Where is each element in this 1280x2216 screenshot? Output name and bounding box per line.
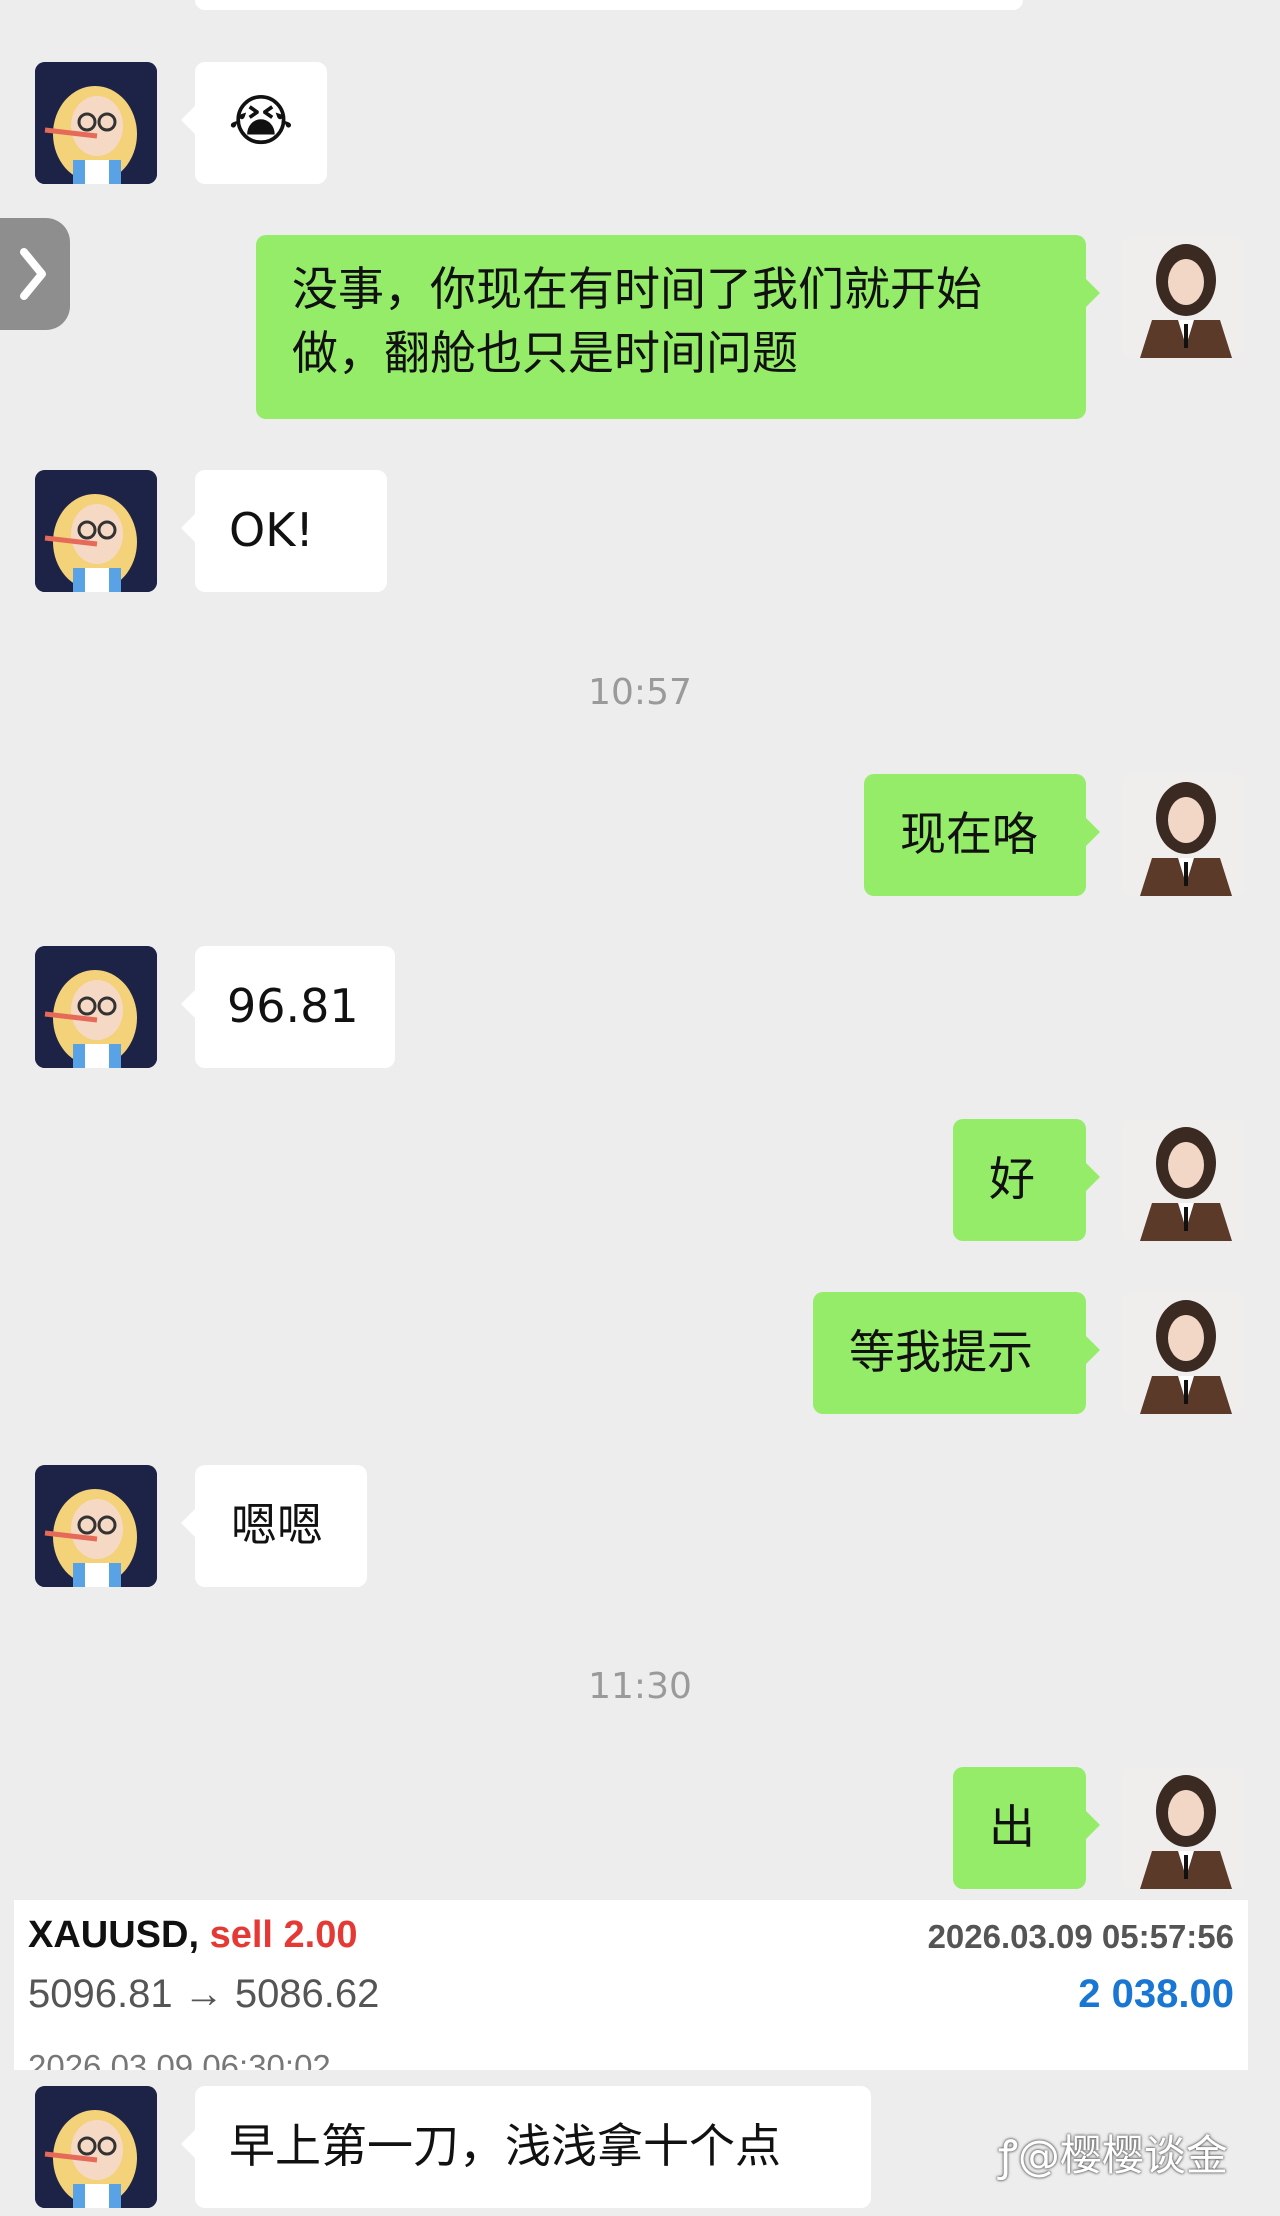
- avatar-cartoon: [35, 2086, 157, 2208]
- message-bubble-outgoing[interactable]: 出: [953, 1767, 1100, 1889]
- avatar-woman: [1122, 1292, 1244, 1414]
- avatar[interactable]: [1122, 236, 1244, 358]
- trade-close-time: 2026.03.09 06:30:02: [28, 2048, 331, 2070]
- avatar-woman: [1122, 1767, 1244, 1889]
- message-bubble-incoming[interactable]: 96.81: [181, 946, 395, 1068]
- timestamp: 10:57: [588, 672, 692, 713]
- message-bubble-incoming[interactable]: 😭: [181, 62, 327, 184]
- message-bubble-outgoing[interactable]: 好: [953, 1119, 1100, 1241]
- avatar[interactable]: [35, 62, 157, 184]
- trade-action: sell 2.00: [209, 1914, 358, 1956]
- watermark-text: @樱樱谈金: [1017, 2131, 1228, 2180]
- avatar[interactable]: [1122, 1119, 1244, 1241]
- avatar-woman: [1122, 1119, 1244, 1241]
- message-text: 早上第一刀，浅浅拿十个点: [229, 2119, 781, 2173]
- message-text: 出: [989, 1800, 1035, 1854]
- message-text-line: 做，翻舱也只是时间问题: [292, 326, 798, 380]
- trade-symbol: XAUUSD,: [28, 1914, 200, 1956]
- avatar-cartoon: [35, 62, 157, 184]
- avatar[interactable]: [1122, 1767, 1244, 1889]
- avatar-cartoon: [35, 1465, 157, 1587]
- watermark: ꝭ@樱樱谈金: [998, 2122, 1228, 2183]
- trade-profit: 2 038.00: [1078, 1972, 1234, 2016]
- message-text: 嗯嗯: [231, 1498, 323, 1552]
- message-bubble-outgoing[interactable]: 没事，你现在有时间了我们就开始 做，翻舱也只是时间问题: [256, 235, 1100, 419]
- message-bubble-incoming[interactable]: OK!: [181, 470, 387, 592]
- timestamp: 11:30: [588, 1666, 692, 1707]
- avatar-woman: [1122, 236, 1244, 358]
- avatar-woman: [1122, 774, 1244, 896]
- avatar[interactable]: [1122, 774, 1244, 896]
- message-text: OK!: [229, 503, 314, 557]
- chevron-right-icon: [20, 248, 46, 300]
- avatar[interactable]: [35, 470, 157, 592]
- avatar[interactable]: [1122, 1292, 1244, 1414]
- message-text: 等我提示: [849, 1325, 1033, 1379]
- trade-open-time: 2026.03.09 05:57:56: [927, 1918, 1234, 1955]
- avatar[interactable]: [35, 2086, 157, 2208]
- trade-record-card: XAUUSD, sell 2.00 2026.03.09 05:57:56 50…: [14, 1900, 1248, 2070]
- avatar[interactable]: [35, 946, 157, 1068]
- trade-prices: 5096.81 → 5086.62: [28, 1972, 380, 2016]
- message-text: 好: [989, 1152, 1035, 1206]
- message-text: 96.81: [227, 979, 359, 1033]
- message-bubble-incoming[interactable]: 早上第一刀，浅浅拿十个点: [181, 2086, 871, 2208]
- partial-bubble: [195, 0, 1023, 10]
- avatar[interactable]: [35, 1465, 157, 1587]
- message-text-line: 没事，你现在有时间了我们就开始: [292, 262, 982, 316]
- crying-emoji: 😭: [228, 89, 294, 154]
- watermark-logo-icon: ꝭ: [998, 2131, 1018, 2180]
- message-bubble-incoming[interactable]: 嗯嗯: [181, 1465, 367, 1587]
- avatar-cartoon: [35, 946, 157, 1068]
- message-text: 现在咯: [900, 807, 1038, 861]
- avatar-cartoon: [35, 470, 157, 592]
- message-bubble-outgoing[interactable]: 现在咯: [864, 774, 1100, 896]
- message-bubble-outgoing[interactable]: 等我提示: [813, 1292, 1100, 1414]
- side-expand-tab[interactable]: [0, 218, 70, 330]
